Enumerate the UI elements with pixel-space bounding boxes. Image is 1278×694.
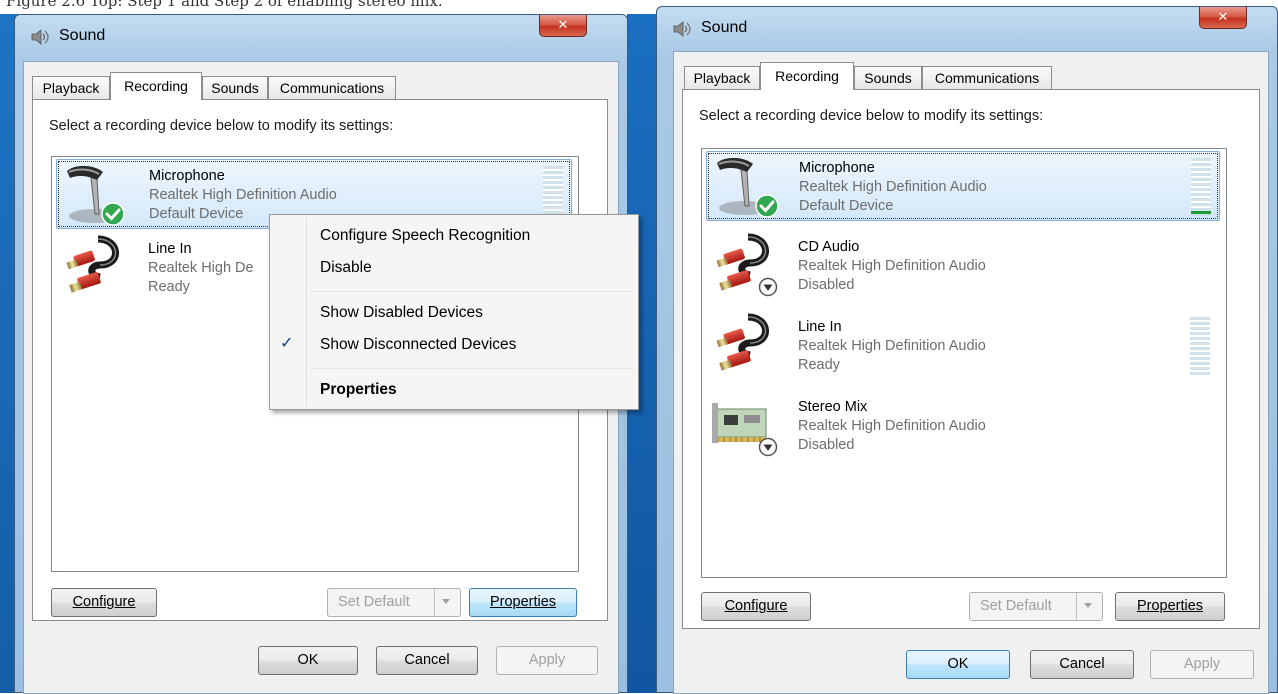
device-driver: Realtek High Definition Audio	[798, 258, 986, 274]
device-status: Ready	[148, 279, 190, 295]
device-stereo-mix[interactable]: Stereo Mix Realtek High Definition Audio…	[706, 391, 1220, 461]
cancel-label: Cancel	[404, 652, 450, 668]
speaker-icon	[671, 19, 693, 39]
cancel-button[interactable]: Cancel	[1030, 650, 1134, 679]
tab-playback[interactable]: Playback	[32, 76, 110, 100]
properties-button[interactable]: Properties	[469, 588, 577, 617]
menu-item-configure-speech[interactable]: Configure Speech Recognition	[320, 227, 530, 245]
device-status: Default Device	[799, 198, 894, 214]
set-default-label: Set Default	[980, 598, 1052, 614]
sound-window-right: Sound ✕ Playback Recording Sounds Commun…	[656, 6, 1278, 694]
device-name: Stereo Mix	[798, 399, 868, 415]
context-menu: Configure Speech Recognition Disable Sho…	[269, 214, 639, 410]
window-title: Sound	[59, 27, 106, 44]
tab-communications[interactable]: Communications	[268, 76, 396, 100]
checkmark-icon: ✓	[280, 333, 294, 352]
cancel-label: Cancel	[1059, 656, 1105, 672]
tab-playback[interactable]: Playback	[684, 66, 760, 90]
properties-button[interactable]: Properties	[1115, 592, 1225, 621]
tab-recording[interactable]: Recording	[760, 62, 854, 90]
properties-label: Properties	[489, 594, 557, 610]
device-name: Line In	[148, 241, 192, 257]
menu-item-show-disabled[interactable]: Show Disabled Devices	[320, 304, 483, 322]
device-status: Disabled	[798, 277, 855, 293]
close-button[interactable]: ✕	[1199, 7, 1247, 29]
device-line-in[interactable]: Line In Realtek High Definition Audio Re…	[706, 311, 1220, 381]
ok-label: OK	[947, 656, 969, 672]
device-name: Line In	[798, 319, 842, 335]
close-icon: ✕	[1217, 10, 1229, 25]
apply-button[interactable]: Apply	[1150, 650, 1254, 679]
level-meter	[1190, 317, 1210, 375]
device-driver: Realtek High De	[148, 260, 254, 276]
apply-label: Apply	[1183, 656, 1221, 672]
menu-separator	[310, 291, 634, 292]
chevron-down-icon	[1084, 603, 1092, 608]
level-meter	[1191, 158, 1211, 216]
level-meter-fill	[1191, 211, 1211, 214]
device-status: Ready	[798, 357, 840, 373]
device-name: CD Audio	[798, 239, 860, 255]
ok-button[interactable]: OK	[258, 646, 358, 675]
apply-button[interactable]: Apply	[496, 646, 598, 675]
device-driver: Realtek High Definition Audio	[798, 338, 986, 354]
disabled-arrow-icon	[758, 277, 778, 297]
configure-label: Configure	[72, 594, 136, 610]
set-default-label: Set Default	[338, 594, 410, 610]
device-cd-audio[interactable]: CD Audio Realtek High Definition Audio D…	[706, 231, 1220, 301]
dialog-body: Playback Recording Sounds Communications…	[673, 51, 1269, 694]
figure-caption-text: Figure 2.6 Top: Step 1 and Step 2 of ena…	[6, 0, 443, 10]
chevron-down-icon	[442, 599, 450, 604]
tab-panel: Select a recording device below to modif…	[682, 89, 1260, 629]
tab-communications[interactable]: Communications	[922, 66, 1052, 90]
menu-separator	[310, 368, 634, 369]
device-driver: Realtek High Definition Audio	[799, 179, 987, 195]
green-check-icon	[101, 202, 125, 226]
device-status: Disabled	[798, 437, 855, 453]
device-name: Microphone	[799, 160, 875, 176]
instruction-text: Select a recording device below to modif…	[699, 108, 1044, 124]
close-button[interactable]: ✕	[539, 15, 587, 37]
menu-item-disable[interactable]: Disable	[320, 259, 372, 277]
menu-gutter	[306, 217, 307, 407]
green-check-icon	[755, 194, 779, 218]
device-list[interactable]: Microphone Realtek High Definition Audio…	[701, 148, 1227, 578]
configure-button[interactable]: Configure	[51, 588, 157, 617]
window-title: Sound	[701, 19, 748, 36]
menu-item-show-disconnected[interactable]: Show Disconnected Devices	[320, 336, 516, 354]
cancel-button[interactable]: Cancel	[376, 646, 478, 675]
ok-label: OK	[297, 652, 319, 668]
rca-cable-icon	[60, 235, 126, 299]
device-driver: Realtek High Definition Audio	[149, 187, 337, 203]
split-divider	[1076, 593, 1077, 620]
device-name: Microphone	[149, 168, 225, 184]
set-default-button[interactable]: Set Default	[327, 588, 461, 617]
device-status: Default Device	[149, 206, 244, 222]
tab-sounds[interactable]: Sounds	[202, 76, 268, 100]
device-microphone[interactable]: Microphone Realtek High Definition Audio…	[706, 151, 1220, 221]
split-divider	[434, 589, 435, 616]
instruction-text: Select a recording device below to modif…	[49, 118, 394, 134]
tab-recording[interactable]: Recording	[110, 72, 202, 100]
rca-cable-icon	[710, 313, 776, 377]
set-default-button[interactable]: Set Default	[969, 592, 1103, 621]
speaker-icon	[29, 27, 51, 47]
configure-label: Configure	[724, 598, 788, 614]
menu-item-properties[interactable]: Properties	[320, 381, 397, 399]
properties-label: Properties	[1136, 598, 1204, 614]
tab-sounds[interactable]: Sounds	[854, 66, 922, 90]
configure-button[interactable]: Configure	[701, 592, 811, 621]
apply-label: Apply	[528, 652, 566, 668]
disabled-arrow-icon	[758, 437, 778, 457]
device-driver: Realtek High Definition Audio	[798, 418, 986, 434]
close-icon: ✕	[557, 18, 569, 33]
ok-button[interactable]: OK	[906, 650, 1010, 679]
level-meter	[543, 166, 563, 216]
